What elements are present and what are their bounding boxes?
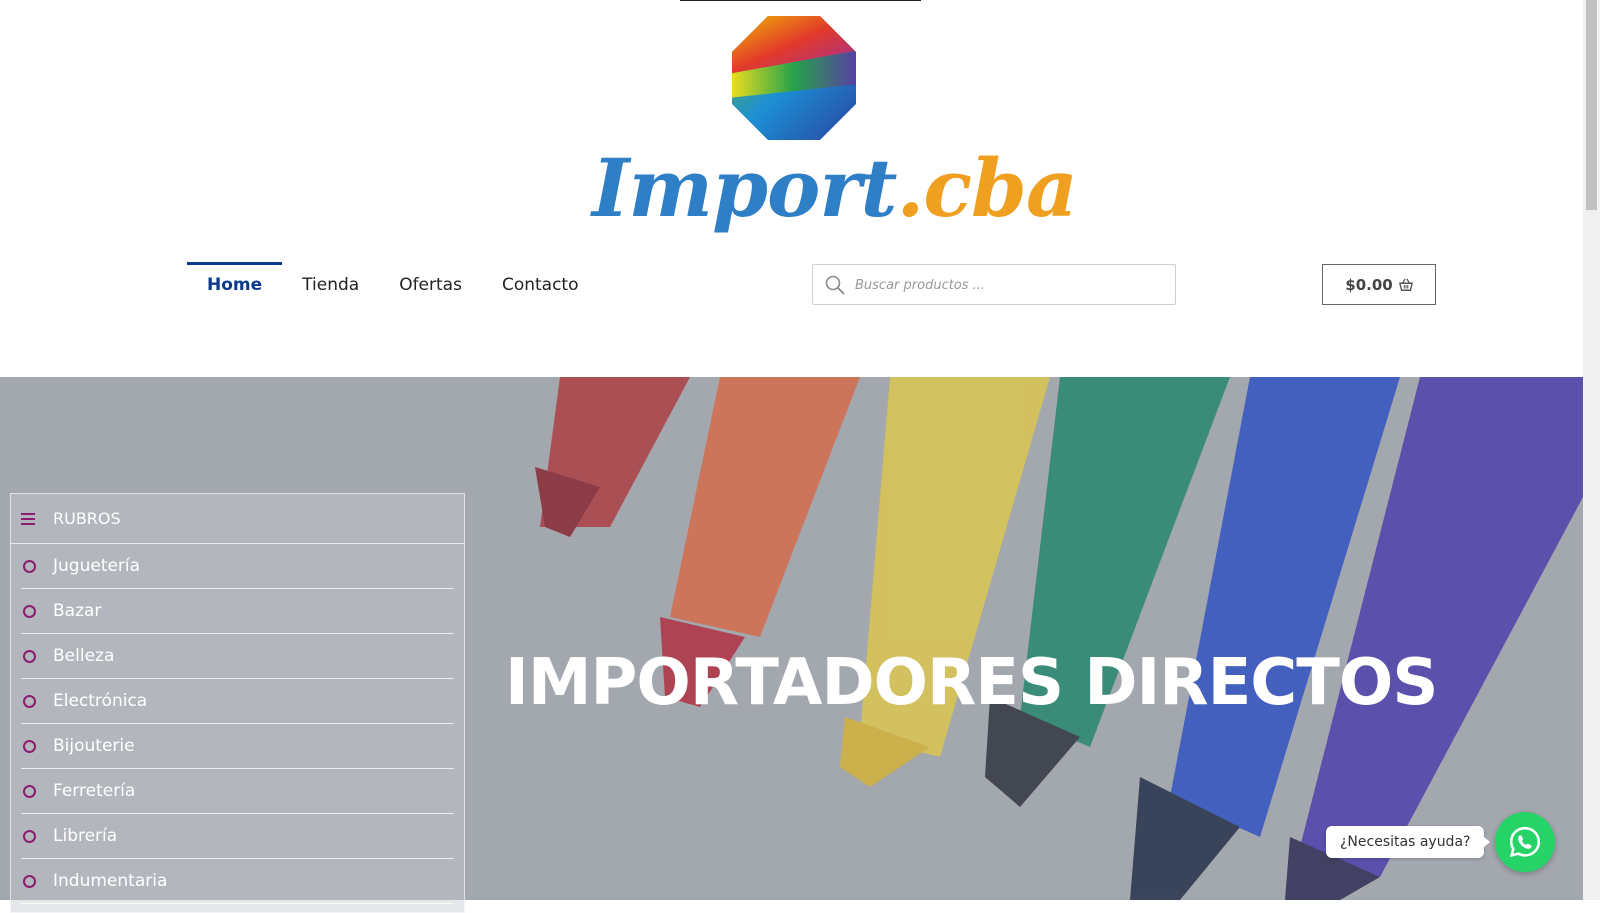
category-label: Juguetería <box>53 556 141 576</box>
logo-octagon-icon <box>732 16 856 140</box>
category-item-bazar[interactable]: Bazar <box>21 589 454 634</box>
nav-item-contacto[interactable]: Contacto <box>482 262 599 310</box>
search-icon[interactable] <box>825 275 845 295</box>
category-item-jugueteria[interactable]: Juguetería <box>21 544 454 589</box>
category-item-libreria[interactable]: Librería <box>21 814 454 859</box>
cart-total: $0.00 <box>1345 275 1393 294</box>
nav-item-ofertas[interactable]: Ofertas <box>379 262 482 310</box>
circle-icon <box>23 739 36 753</box>
main-nav: Home Tienda Ofertas Contacto <box>187 262 599 310</box>
categories-title: RUBROS <box>53 509 121 528</box>
category-item-ferreteria[interactable]: Ferretería <box>21 769 454 814</box>
basket-icon <box>1398 278 1413 291</box>
circle-icon <box>23 829 36 843</box>
categories-list: Juguetería Bazar Belleza Electrónica Bij… <box>11 544 464 904</box>
circle-icon <box>23 559 36 573</box>
search-input[interactable] <box>853 265 1167 306</box>
category-label: Librería <box>53 826 118 846</box>
menu-icon <box>21 512 35 525</box>
whatsapp-icon <box>1509 826 1541 858</box>
category-label: Bijouterie <box>53 736 135 756</box>
site-logo[interactable]: Import.cba <box>592 8 1078 236</box>
category-label: Electrónica <box>53 691 148 711</box>
category-item-indumentaria[interactable]: Indumentaria <box>21 859 454 904</box>
hero-title: IMPORTADORES DIRECTOS <box>505 646 1438 720</box>
top-divider <box>680 0 921 1</box>
cart-button[interactable]: $0.00 <box>1322 264 1436 305</box>
circle-icon <box>23 784 36 798</box>
category-label: Ferretería <box>53 781 136 801</box>
category-label: Indumentaria <box>53 871 168 891</box>
category-label: Belleza <box>53 646 115 666</box>
nav-item-home[interactable]: Home <box>187 262 283 310</box>
category-item-bijouterie[interactable]: Bijouterie <box>21 724 454 769</box>
page-scrollbar[interactable] <box>1583 0 1600 900</box>
categories-header[interactable]: RUBROS <box>11 494 464 544</box>
circle-icon <box>23 874 36 888</box>
nav-item-tienda[interactable]: Tienda <box>282 262 379 310</box>
whatsapp-button[interactable] <box>1495 812 1555 872</box>
scrollbar-thumb[interactable] <box>1586 0 1597 210</box>
category-item-electronica[interactable]: Electrónica <box>21 679 454 724</box>
circle-icon <box>23 604 36 618</box>
circle-icon <box>23 694 36 708</box>
logo-wordmark: Import.cba <box>592 140 1078 236</box>
category-item-belleza[interactable]: Belleza <box>21 634 454 679</box>
product-search <box>812 264 1176 306</box>
logo-text-import: Import <box>592 141 897 235</box>
categories-panel: RUBROS Juguetería Bazar Belleza Electrón… <box>10 493 465 913</box>
help-bubble[interactable]: ¿Necesitas ayuda? <box>1326 826 1491 858</box>
logo-text-cba: .cba <box>896 141 1077 235</box>
category-label: Bazar <box>53 601 102 621</box>
circle-icon <box>23 649 36 663</box>
